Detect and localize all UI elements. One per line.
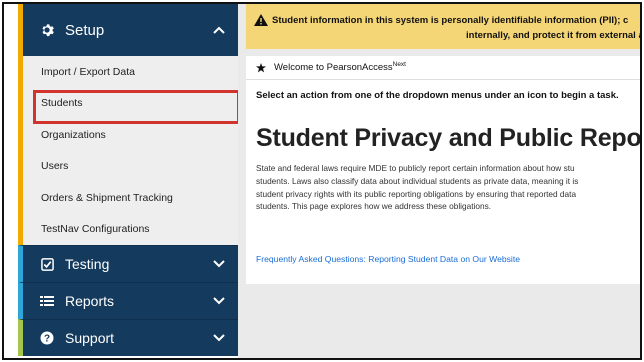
nav-item-setup-label: Setup: [65, 21, 105, 39]
sidebar-item-label: Students: [41, 97, 83, 110]
chevron-down-icon: [212, 294, 226, 308]
sidebar-item-import-export[interactable]: Import / Export Data: [23, 56, 238, 88]
checkbox-icon: [39, 256, 55, 272]
sidebar: Setup Import / Export Data Students Orga…: [18, 4, 240, 358]
welcome-title-text: Welcome to PearsonAccess: [274, 62, 393, 74]
instructions-text: Select an action from one of the dropdow…: [256, 90, 619, 101]
chevron-up-icon: [212, 23, 226, 37]
sidebar-item-students[interactable]: Students: [23, 88, 240, 123]
welcome-card: Welcome to PearsonAccessNext Select an a…: [246, 56, 642, 284]
paragraph-line: student privacy rights with its public r…: [256, 188, 577, 199]
nav-item-testing-label: Testing: [65, 256, 110, 272]
welcome-title: Welcome to PearsonAccessNext: [274, 61, 406, 73]
pii-alert-banner: Student information in this system is pe…: [246, 4, 642, 49]
sidebar-item-label: TestNav Configurations: [41, 223, 150, 236]
paragraph-line: students. This page explores how we addr…: [256, 201, 492, 212]
paragraph-line: students. Laws also classify data about …: [256, 175, 579, 186]
paragraph-line: State and federal laws require MDE to pu…: [256, 163, 575, 173]
sidebar-item-testnav-config[interactable]: TestNav Configurations: [23, 214, 238, 246]
welcome-title-sup: Next: [392, 61, 406, 69]
sidebar-item-orders-shipment[interactable]: Orders & Shipment Tracking: [23, 182, 238, 214]
sidebar-item-users[interactable]: Users: [23, 151, 238, 183]
page-heading: Student Privacy and Public Reports: [256, 124, 642, 152]
nav-item-setup[interactable]: Setup: [18, 4, 238, 56]
faq-link[interactable]: Frequently Asked Questions: Reporting St…: [256, 254, 520, 264]
nav-item-reports[interactable]: Reports: [18, 282, 238, 319]
alert-text-line1: Student information in this system is pe…: [272, 14, 629, 26]
nav-item-testing[interactable]: Testing: [18, 245, 238, 282]
warning-icon: [254, 14, 268, 26]
sidebar-item-label: Users: [41, 160, 69, 173]
gear-icon: [39, 22, 55, 38]
nav-item-support[interactable]: ? Support: [18, 319, 238, 356]
chevron-down-icon: [212, 331, 226, 345]
help-icon: ?: [39, 330, 55, 346]
chevron-down-icon: [212, 257, 226, 271]
nav-item-reports-label: Reports: [65, 293, 115, 309]
intro-paragraph: State and federal laws require MDE to pu…: [256, 162, 640, 213]
screenshot-frame: Setup Import / Export Data Students Orga…: [2, 2, 642, 360]
sidebar-item-label: Orders & Shipment Tracking: [41, 191, 173, 204]
alert-text-line2: internally, and protect it from external…: [466, 30, 642, 41]
reports-icon: [39, 293, 55, 309]
star-icon: [256, 62, 266, 72]
sidebar-item-label: Import / Export Data: [41, 65, 135, 78]
welcome-header: Welcome to PearsonAccessNext: [246, 56, 640, 80]
svg-text:?: ?: [44, 334, 50, 345]
sidebar-item-organizations[interactable]: Organizations: [23, 119, 238, 151]
setup-submenu: Import / Export Data Students Organizati…: [18, 56, 240, 246]
nav-item-support-label: Support: [65, 330, 115, 346]
sidebar-item-label: Organizations: [41, 128, 106, 141]
main-content: Student information in this system is pe…: [238, 4, 642, 358]
